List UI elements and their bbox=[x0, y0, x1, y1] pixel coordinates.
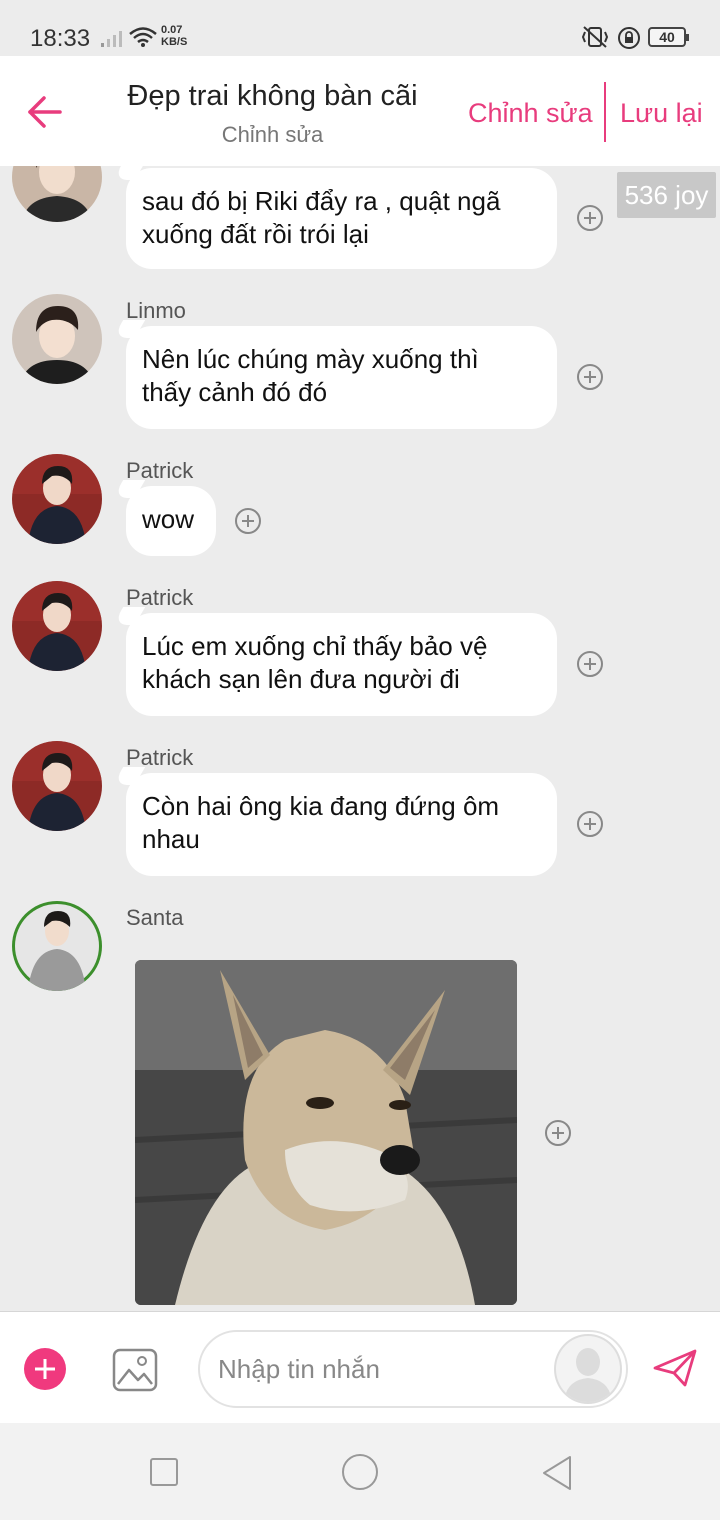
avatar[interactable] bbox=[12, 581, 102, 671]
save-button[interactable]: Lưu lại bbox=[620, 98, 703, 129]
message-text: wow bbox=[142, 504, 195, 534]
nav-back-icon[interactable] bbox=[540, 1454, 574, 1492]
message-text: sau đó bị Riki đẩy ra , quật ngã bbox=[142, 186, 501, 216]
wifi-icon bbox=[129, 27, 157, 47]
profile-placeholder-icon[interactable] bbox=[554, 1334, 622, 1404]
send-icon[interactable] bbox=[652, 1348, 698, 1388]
network-speed-value: 0.07 bbox=[161, 24, 183, 36]
avatar[interactable] bbox=[12, 166, 102, 222]
add-reaction-icon[interactable] bbox=[576, 650, 604, 678]
avatar[interactable] bbox=[12, 741, 102, 831]
status-bar: 18:33 0.07 KB/S 40 bbox=[0, 0, 720, 56]
chat-header: Đẹp trai không bàn cãi Chỉnh sửa Chỉnh s… bbox=[0, 56, 720, 166]
add-reaction-icon[interactable] bbox=[576, 810, 604, 838]
message-text: Nên lúc chúng mày xuống thì bbox=[142, 344, 479, 374]
message-composer bbox=[0, 1311, 720, 1423]
rotation-lock-icon bbox=[618, 27, 640, 49]
chat-subtitle: Chỉnh sửa bbox=[221, 122, 324, 147]
message-bubble[interactable]: wow bbox=[126, 486, 216, 556]
add-reaction-icon[interactable] bbox=[234, 507, 262, 535]
shared-photo[interactable] bbox=[135, 960, 517, 1305]
header-divider bbox=[604, 82, 606, 142]
chat-title: Đẹp trai không bàn cãi bbox=[127, 80, 418, 112]
message-bubble[interactable]: Lúc em xuống chỉ thấy bảo vệ khách sạn l… bbox=[126, 613, 557, 716]
avatar[interactable] bbox=[12, 294, 102, 384]
add-reaction-icon[interactable] bbox=[576, 363, 604, 391]
message-input[interactable] bbox=[218, 1332, 548, 1406]
chat-messages[interactable]: sau đó bị Riki đẩy ra , quật ngã xuống đ… bbox=[0, 166, 720, 1311]
avatar[interactable] bbox=[12, 901, 102, 991]
image-icon[interactable] bbox=[112, 1348, 158, 1392]
message-input-container bbox=[198, 1330, 628, 1408]
battery-indicator: 40 bbox=[648, 27, 689, 47]
joy-badge: 536 joy bbox=[617, 172, 716, 218]
add-reaction-icon[interactable] bbox=[544, 1119, 572, 1147]
message-bubble[interactable]: sau đó bị Riki đẩy ra , quật ngã xuống đ… bbox=[126, 168, 557, 269]
message-bubble[interactable]: Nên lúc chúng mày xuống thì thấy cảnh đó… bbox=[126, 326, 557, 429]
avatar[interactable] bbox=[12, 454, 102, 544]
edit-button[interactable]: Chỉnh sửa bbox=[468, 98, 593, 129]
network-speed-unit: KB/S bbox=[161, 36, 188, 48]
status-time: 18:33 bbox=[30, 25, 91, 52]
message-text: nhau bbox=[142, 824, 200, 854]
home-icon[interactable] bbox=[342, 1454, 378, 1490]
sender-name: Santa bbox=[126, 905, 184, 930]
message-text: thấy cảnh đó đó bbox=[142, 377, 328, 407]
signal-icon bbox=[101, 31, 122, 47]
message-text: khách sạn lên đưa người đi bbox=[142, 664, 460, 694]
system-nav-bar bbox=[0, 1423, 720, 1520]
message-text: Còn hai ông kia đang đứng ôm bbox=[142, 791, 500, 821]
message-text: xuống đất rồi trói lại bbox=[142, 219, 369, 249]
message-bubble[interactable]: Còn hai ông kia đang đứng ôm nhau bbox=[126, 773, 557, 876]
recent-apps-icon[interactable] bbox=[150, 1458, 178, 1486]
network-speed: 0.07 KB/S bbox=[161, 24, 187, 48]
vibrate-icon bbox=[581, 26, 609, 48]
message-text: Lúc em xuống chỉ thấy bảo vệ bbox=[142, 631, 488, 661]
add-attachment-button[interactable] bbox=[24, 1348, 66, 1390]
add-reaction-icon[interactable] bbox=[576, 204, 604, 232]
